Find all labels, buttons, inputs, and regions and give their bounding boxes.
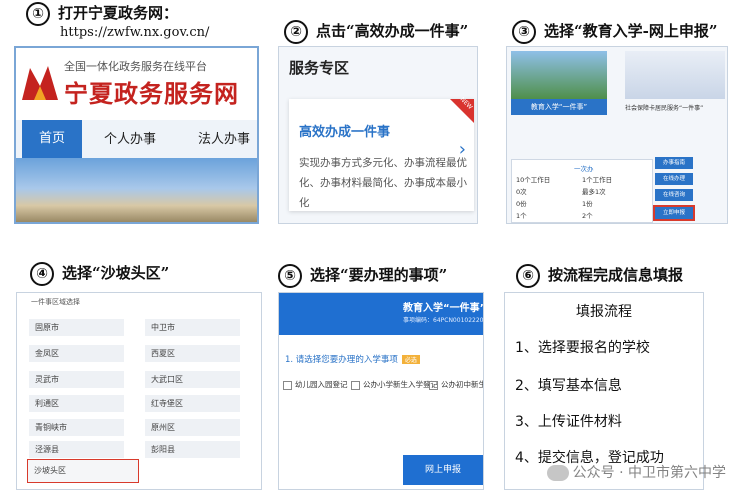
step-number-3: ③ — [512, 20, 536, 44]
service-zone-header: 服务专区 — [289, 59, 350, 77]
education-service-button[interactable]: 教育入学“一件事” — [511, 99, 607, 115]
step-1-title: ① 打开宁夏政务网： — [26, 2, 178, 26]
matter-title: 教育入学“一件事” — [403, 303, 484, 314]
process-step: 2、填写基本信息 — [515, 378, 622, 394]
step-6-text: 按流程完成信息填报 — [548, 266, 684, 284]
option-primary-school[interactable]: 公办小学新生入学登记 — [351, 379, 438, 390]
step-3-title: ③ 选择“教育入学-网上申报” — [512, 20, 717, 44]
district-option[interactable]: 彭阳县 — [145, 441, 240, 458]
district-option[interactable]: 原州区 — [145, 419, 240, 436]
guide-button[interactable]: 办事指南 — [655, 157, 693, 169]
nav-corporate-tab[interactable]: 法人办事 — [198, 128, 250, 147]
table-cell: 1个工作日 — [582, 176, 613, 184]
district-option[interactable]: 金凤区 — [29, 345, 124, 362]
process-step: 3、上传证件材料 — [515, 414, 622, 430]
district-option-shapotou[interactable]: 沙坡头区 — [27, 459, 139, 483]
social-card-banner-image[interactable] — [625, 51, 725, 99]
education-banner-image[interactable] — [511, 51, 607, 99]
consult-button[interactable]: 在线咨询 — [655, 189, 693, 201]
efficient-service-desc: 实现办事方式多元化、办事流程最优化、办事材料最简化、办事成本最小化 — [299, 157, 467, 209]
efficient-service-card[interactable]: NEW 高效办成一件事 实现办事方式多元化、办事流程最优化、办事材料最简化、办事… — [289, 96, 474, 211]
nav-home-tab[interactable]: 首页 — [22, 120, 82, 158]
step-number-6: ⑥ — [516, 264, 540, 288]
portal-site-name: 宁夏政务服务网 — [64, 80, 239, 108]
efficient-service-title: 高效办成一件事 — [299, 125, 391, 140]
district-option[interactable]: 红寺堡区 — [145, 395, 240, 412]
option-kindergarten[interactable]: 幼儿园入园登记 — [283, 379, 348, 390]
step-5-title: ⑤ 选择“要办理的事项” — [278, 264, 447, 288]
portal-nav: 首页 个人办事 法人办事 — [16, 120, 257, 158]
step-3-text: 选择“教育入学-网上申报” — [544, 22, 718, 40]
district-option[interactable]: 中卫市 — [145, 319, 240, 336]
option-label: 公办初中新生入学登记 — [441, 380, 483, 389]
nav-personal-tab[interactable]: 个人办事 — [104, 128, 156, 147]
matter-header-bar: 教育入学“一件事” 事项编码：64PCN00102220000 — [279, 293, 483, 335]
step-2-title: ② 点击“高效办成一件事” — [284, 20, 468, 44]
matter-question: 1. 请选择您要办理的入学事项 必选 — [285, 353, 420, 365]
panel-education-service: 教育入学“一件事” 社会保障卡居民服务“一件事” 一次办 10个工作日 0次 0… — [506, 46, 728, 224]
district-option[interactable]: 利通区 — [29, 395, 124, 412]
matter-question-text: 1. 请选择您要办理的入学事项 — [285, 355, 398, 365]
district-option[interactable]: 泾源县 — [29, 441, 124, 458]
chevron-right-icon[interactable]: › — [459, 139, 466, 160]
site-url: https://zwfw.nx.gov.cn/ — [60, 25, 210, 40]
table-header: 一次办 — [574, 165, 594, 173]
matter-code: 事项编码：64PCN00102220000 — [403, 317, 484, 324]
step-number-1: ① — [26, 2, 50, 26]
apply-now-button[interactable]: 立即申报 — [653, 205, 695, 221]
panel-service-zone: 服务专区 NEW 高效办成一件事 实现办事方式多元化、办事流程最优化、办事材料最… — [278, 46, 478, 224]
step-number-4: ④ — [30, 262, 54, 286]
process-header: 填报流程 — [576, 304, 632, 320]
table-cell: 2个 — [582, 212, 593, 220]
required-badge: 必选 — [401, 355, 420, 364]
table-cell: 1个 — [516, 212, 527, 220]
portal-logo-icon — [22, 66, 58, 100]
district-option[interactable]: 灵武市 — [29, 371, 124, 388]
district-option[interactable]: 大武口区 — [145, 371, 240, 388]
region-select-header: 一件事区域选择 — [31, 298, 80, 306]
checkbox-icon[interactable] — [429, 380, 438, 390]
district-option[interactable]: 固原市 — [29, 319, 124, 336]
district-option[interactable]: 青铜峡市 — [29, 419, 124, 436]
checkbox-icon[interactable] — [351, 380, 360, 390]
panel-region-select: 一件事区域选择 固原市 中卫市 金凤区 西夏区 灵武市 大武口区 利通区 红寺堡… — [16, 292, 262, 490]
panel-fill-process: 填报流程 1、选择要报名的学校 2、填写基本信息 3、上传证件材料 4、提交信息… — [504, 292, 704, 490]
service-info-table: 一次办 10个工作日 0次 0份 1个 1个工作日 最多1次 1份 2个 — [511, 159, 653, 223]
option-middle-school[interactable]: 公办初中新生入学登记 — [429, 379, 483, 390]
step-1-text: 打开宁夏政务网： — [58, 4, 179, 22]
table-cell: 1份 — [582, 200, 593, 208]
online-apply-button[interactable]: 网上申报 — [403, 455, 483, 485]
step-6-title: ⑥ 按流程完成信息填报 — [516, 264, 683, 288]
step-number-5: ⑤ — [278, 264, 302, 288]
table-cell: 0次 — [516, 188, 527, 196]
panel-portal-home: 全国一体化政务服务在线平台 宁夏政务服务网 首页 个人办事 法人办事 — [14, 46, 259, 224]
step-4-title: ④ 选择“沙坡头区” — [30, 262, 169, 286]
portal-tagline: 全国一体化政务服务在线平台 — [64, 60, 207, 73]
step-4-text: 选择“沙坡头区” — [62, 264, 170, 282]
district-option[interactable]: 西夏区 — [145, 345, 240, 362]
option-label: 公办小学新生入学登记 — [363, 380, 438, 389]
process-step: 1、选择要报名的学校 — [515, 340, 650, 356]
wechat-icon — [546, 465, 569, 481]
table-cell: 最多1次 — [582, 188, 606, 196]
panel-matter-select: 教育入学“一件事” 事项编码：64PCN00102220000 1. 请选择您要… — [278, 292, 484, 490]
option-label: 幼儿园入园登记 — [295, 380, 348, 389]
watermark-text: 公众号 · 中卫市第六中学 — [572, 465, 726, 481]
checkbox-icon[interactable] — [283, 380, 292, 390]
step-number-2: ② — [284, 20, 308, 44]
online-handle-button[interactable]: 在线办理 — [655, 173, 693, 185]
social-card-service-label: 社会保障卡居民服务“一件事” — [625, 105, 704, 112]
portal-banner-image — [16, 158, 257, 222]
step-5-text: 选择“要办理的事项” — [310, 266, 448, 284]
wechat-watermark: 公众号 · 中卫市第六中学 — [546, 462, 726, 482]
table-cell: 10个工作日 — [516, 176, 551, 184]
step-2-text: 点击“高效办成一件事” — [316, 22, 469, 40]
table-cell: 0份 — [516, 200, 527, 208]
